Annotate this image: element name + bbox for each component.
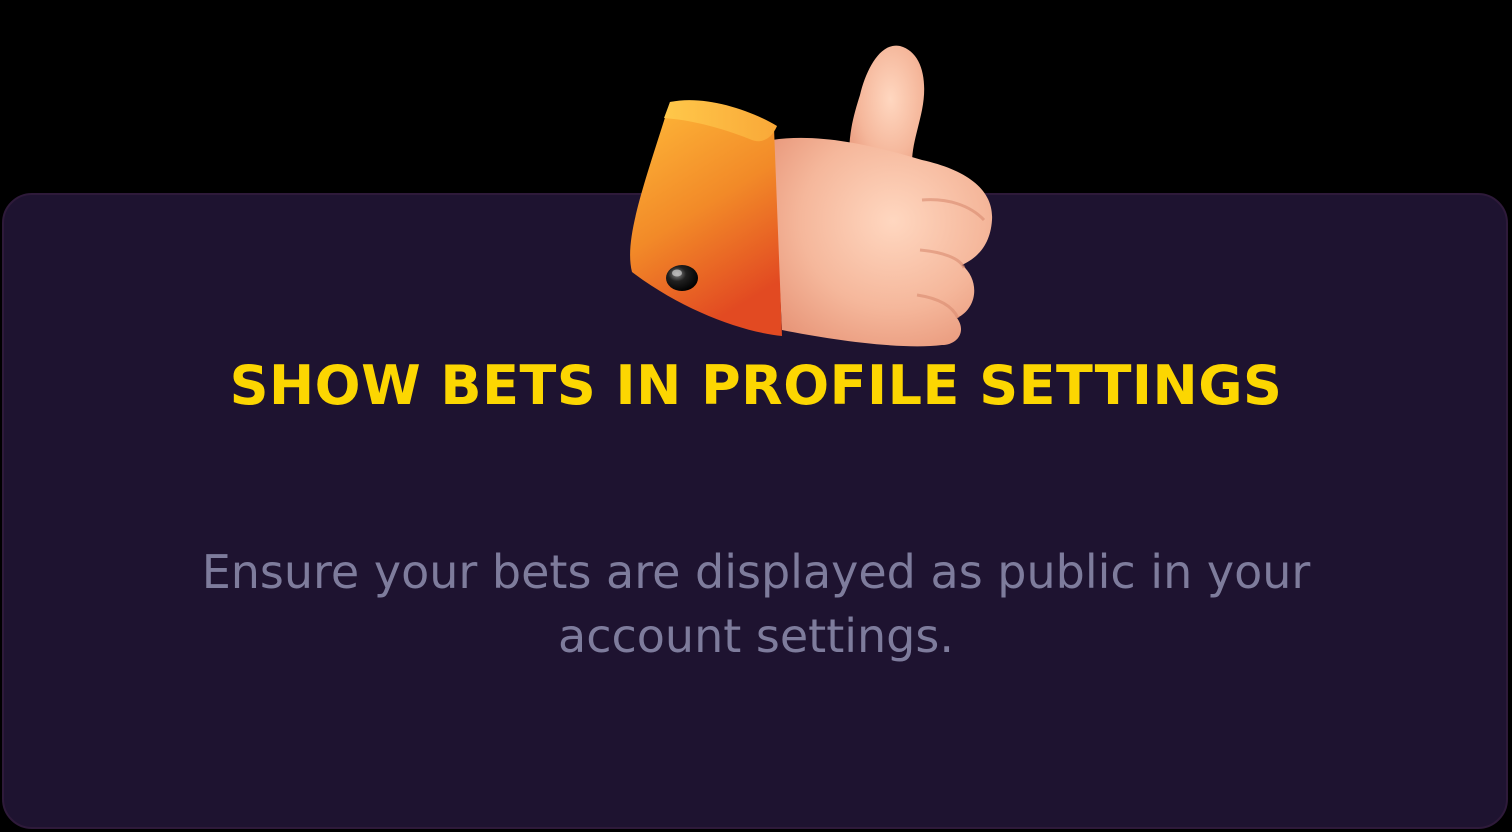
card-description: Ensure your bets are displayed as public… xyxy=(201,545,1311,663)
card-title: SHOW BETS IN PROFILE SETTINGS xyxy=(229,354,1283,417)
thumbs-up-icon xyxy=(630,45,993,347)
